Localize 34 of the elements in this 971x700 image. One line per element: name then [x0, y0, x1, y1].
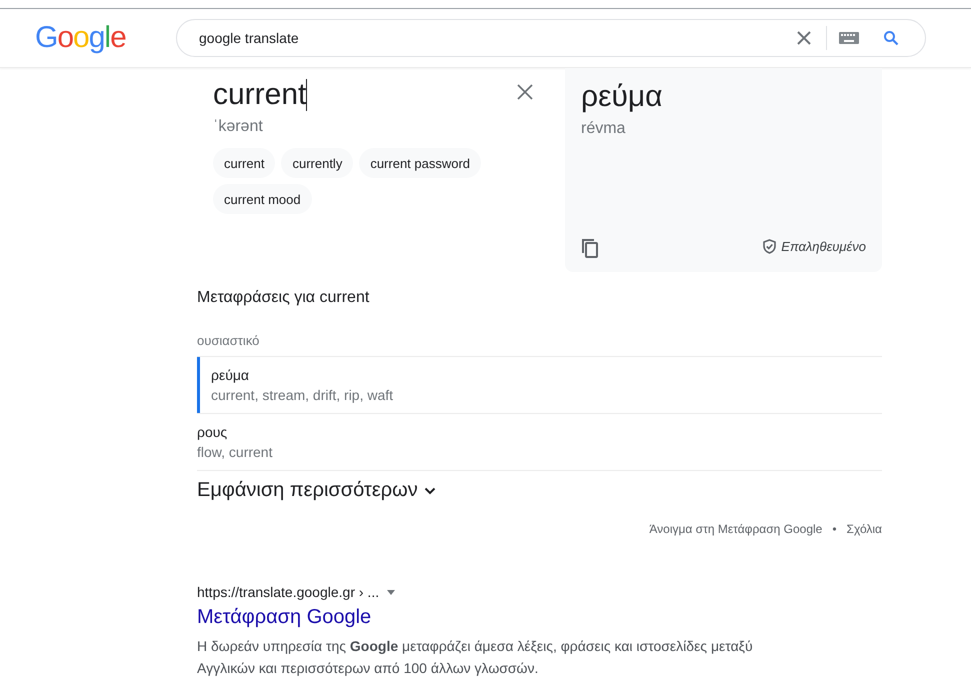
chevron-down-icon — [424, 486, 436, 494]
keyboard-icon[interactable] — [839, 32, 859, 44]
translation-entry[interactable]: ρους flow, current — [197, 414, 882, 471]
show-more-button[interactable]: Εμφάνιση περισσότερων — [197, 471, 436, 502]
source-text-field[interactable]: current — [213, 78, 308, 112]
result-url[interactable]: https://translate.google.gr › ... — [197, 584, 380, 600]
close-icon[interactable] — [796, 30, 812, 46]
part-of-speech-label: ουσιαστικό — [197, 333, 882, 357]
google-logo[interactable]: Google — [35, 21, 176, 55]
suggestion-chip[interactable]: current mood — [213, 184, 312, 214]
search-field[interactable]: google translate — [176, 19, 926, 57]
translation-meanings: current, stream, drift, rip, waft — [211, 387, 394, 403]
shield-check-icon — [763, 239, 776, 254]
suggestion-chip[interactable]: currently — [281, 148, 354, 178]
suggestion-chip[interactable]: current password — [359, 148, 482, 178]
transliteration-text: révma — [581, 120, 626, 138]
translation-word: ρεύμα — [211, 367, 250, 383]
result-snippet: Η δωρεάν υπηρεσία της Google μεταφράζει άμεσα λέξεις, φράσεις και ιστοσελίδες μεταξύ Αγγλικών και περισσότερων από 100 άλλων γλωσσών. — [197, 637, 754, 678]
phonetic-text: ˈkərənt — [213, 118, 264, 136]
dropdown-arrow-icon[interactable] — [387, 590, 396, 594]
translated-text: ρεύμα — [581, 80, 664, 114]
separator-dot: • — [832, 522, 837, 536]
close-icon[interactable] — [517, 84, 533, 100]
footer-link[interactable]: Σχόλια — [846, 522, 882, 536]
suggestion-chip[interactable]: current — [213, 148, 276, 178]
translation-word: ρους — [197, 424, 228, 440]
translation-meanings: flow, current — [197, 444, 272, 460]
copy-icon[interactable] — [581, 236, 599, 258]
translation-entry[interactable]: ρεύμα current, stream, drift, rip, waft — [197, 357, 882, 414]
footer-link[interactable]: Άνοιγμα στη Μετάφραση Google — [649, 522, 822, 536]
result-title-link[interactable]: Μετάφραση Google — [197, 606, 882, 629]
verified-label: Επαληθευμένο — [781, 239, 866, 254]
search-icon[interactable] — [883, 30, 899, 46]
translations-heading: Μεταφράσεις για current — [197, 289, 370, 307]
